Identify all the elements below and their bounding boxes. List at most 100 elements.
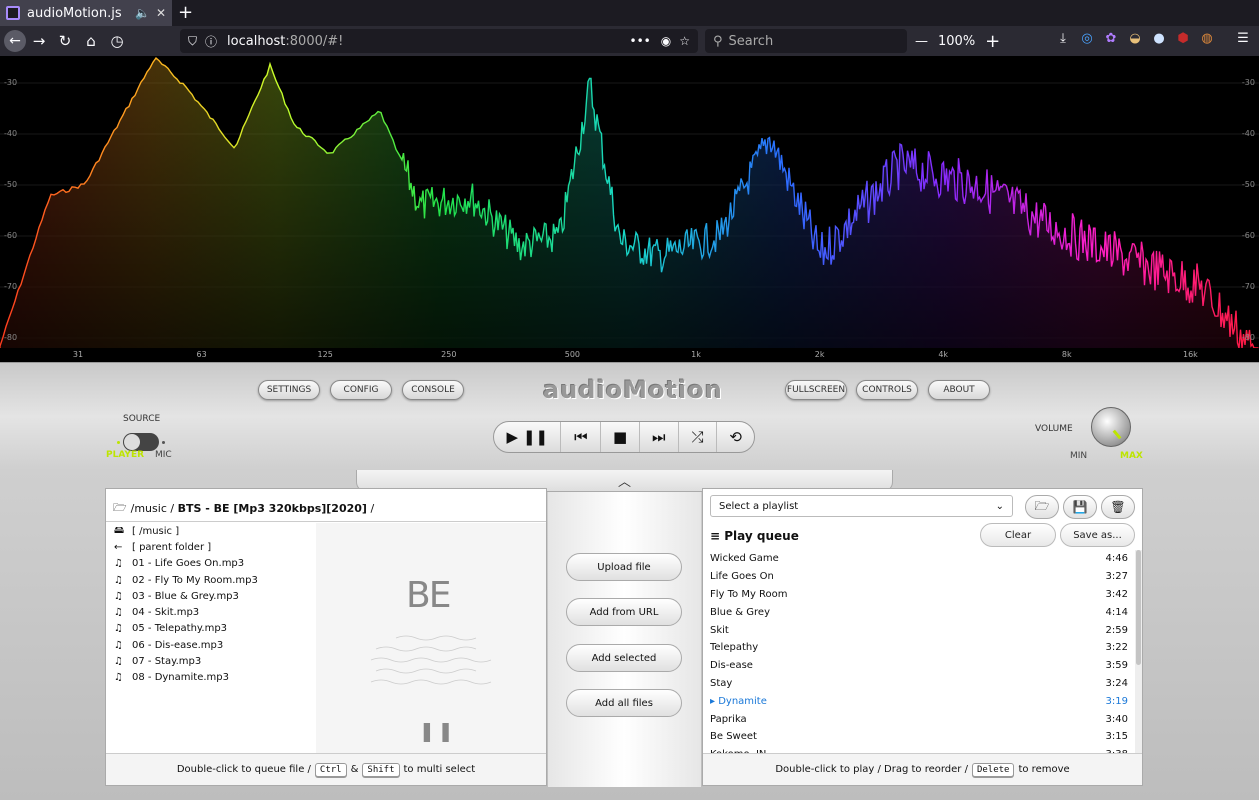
- queue-item-title: Skit: [710, 624, 729, 636]
- repeat-button[interactable]: ⟲: [717, 422, 754, 452]
- previous-button[interactable]: ⏮: [561, 422, 602, 452]
- file-list-item[interactable]: ♫ 06 - Dis-ease.mp3: [106, 637, 546, 653]
- more-icon[interactable]: •••: [630, 34, 651, 48]
- add-all-files-button[interactable]: Add all files: [566, 689, 682, 717]
- add-selected-button[interactable]: Add selected: [566, 644, 682, 672]
- volume-knob[interactable]: [1091, 407, 1131, 447]
- add-from-url-button[interactable]: Add from URL: [566, 598, 682, 626]
- queue-item[interactable]: Telepathy 3:22: [703, 639, 1135, 657]
- new-tab-icon[interactable]: +: [178, 2, 193, 23]
- console-button[interactable]: CONSOLE: [402, 380, 464, 400]
- config-button[interactable]: CONFIG: [330, 380, 392, 400]
- queue-item[interactable]: Dis-ease 3:59: [703, 657, 1135, 675]
- queue-item-duration: 2:59: [1105, 624, 1128, 636]
- file-list-item[interactable]: ♫ 04 - Skit.mp3: [106, 604, 546, 620]
- file-list-item[interactable]: ← [ parent folder ]: [106, 539, 546, 555]
- zoom-level[interactable]: 100%: [938, 34, 975, 49]
- queue-item[interactable]: Paprika 3:40: [703, 710, 1135, 728]
- queue-item[interactable]: Blue & Grey 4:14: [703, 603, 1135, 621]
- music-note-icon: ♫: [114, 607, 123, 619]
- history-icon[interactable]: ◷: [104, 32, 130, 50]
- load-playlist-button[interactable]: 🗁: [1025, 495, 1059, 519]
- source-label: SOURCE: [123, 414, 161, 424]
- lower-area: ︿ 🗁 /music / BTS - BE [Mp3 320kbps][2020…: [0, 470, 1259, 800]
- save-as-button[interactable]: Save as...: [1060, 523, 1135, 547]
- file-list-item-label: 02 - Fly To My Room.mp3: [132, 574, 258, 586]
- extension-icon[interactable]: ◎: [1079, 31, 1095, 46]
- clear-queue-button[interactable]: Clear: [980, 523, 1056, 547]
- queue-item[interactable]: Fly To My Room 3:42: [703, 586, 1135, 604]
- info-icon: ⓘ: [205, 34, 218, 49]
- extension-icon[interactable]: ◍: [1199, 31, 1215, 46]
- file-list-item-label: 05 - Telepathy.mp3: [132, 623, 228, 635]
- stop-button[interactable]: ■: [601, 422, 640, 452]
- app-logo: audioMotion: [543, 376, 723, 404]
- repeat-icon: ⟲: [729, 428, 742, 446]
- queue-scrollbar[interactable]: [1135, 550, 1142, 756]
- settings-button[interactable]: SETTINGS: [258, 380, 320, 400]
- queue-item[interactable]: Skit 2:59: [703, 621, 1135, 639]
- url-bar[interactable]: ⛉ ⓘ localhost:8000/#! ••• ◉ ☆: [180, 29, 698, 53]
- back-arrow-icon[interactable]: ←: [4, 30, 26, 52]
- ublock-icon[interactable]: ⬢: [1175, 31, 1191, 46]
- playlist-panel: Select a playlist ⌄ 🗁 💾 🗑 ≡ Play queue C…: [702, 488, 1143, 786]
- search-input[interactable]: ⚲ Search: [705, 29, 907, 53]
- close-tab-icon[interactable]: ✕: [156, 6, 166, 20]
- queue-item[interactable]: Life Goes On 3:27: [703, 568, 1135, 586]
- next-icon: ⏭: [651, 428, 666, 446]
- forward-arrow-icon[interactable]: →: [26, 32, 52, 50]
- music-note-icon: ♫: [114, 656, 123, 668]
- queue-item[interactable]: Stay 3:24: [703, 675, 1135, 693]
- download-icon[interactable]: ⤓: [1055, 31, 1071, 46]
- menu-icon[interactable]: ☰: [1235, 31, 1251, 46]
- queue-item[interactable]: Wicked Game 4:46: [703, 550, 1135, 568]
- y-axis-label: -80: [1241, 333, 1255, 342]
- about-button[interactable]: ABOUT: [928, 380, 990, 400]
- shuffle-button[interactable]: ⤮: [679, 422, 718, 452]
- source-toggle[interactable]: [123, 433, 159, 451]
- file-list-item[interactable]: ♫ 01 - Life Goes On.mp3: [106, 556, 546, 572]
- volume-label: VOLUME: [1035, 424, 1073, 434]
- y-axis-label: -70: [1241, 282, 1255, 291]
- bookmark-star-icon[interactable]: ☆: [679, 34, 690, 48]
- x-axis-label: 500: [564, 350, 581, 359]
- home-icon[interactable]: ⌂: [78, 32, 104, 50]
- reload-icon[interactable]: ↻: [52, 32, 78, 50]
- file-list-item[interactable]: ♫ 08 - Dynamite.mp3: [106, 670, 546, 686]
- play-pause-button[interactable]: ▶ ❚❚: [494, 422, 562, 452]
- playlist-select[interactable]: Select a playlist ⌄: [710, 495, 1013, 517]
- queue-item[interactable]: Be Sweet 3:15: [703, 728, 1135, 746]
- footer-hint-text-end: to multi select: [403, 764, 476, 775]
- next-button[interactable]: ⏭: [640, 422, 679, 452]
- spectrum-analyzer[interactable]: -30 -30 -40 -40 -50 -50 -60 -60 -70 -70 -80 -80 31 6…: [0, 56, 1259, 362]
- file-list-item[interactable]: ♫ 05 - Telepathy.mp3: [106, 621, 546, 637]
- file-list-item[interactable]: 🖴 [ /music ]: [106, 523, 546, 539]
- delete-playlist-button[interactable]: 🗑: [1101, 495, 1135, 519]
- extension-icon[interactable]: ●: [1151, 31, 1167, 46]
- extension-icon[interactable]: ✿: [1103, 31, 1119, 46]
- globe-icon[interactable]: ◉: [661, 34, 671, 48]
- extension-icon[interactable]: ◒: [1127, 31, 1143, 46]
- shift-key: Shift: [362, 762, 400, 777]
- playlist-footer: Double-click to play / Drag to reorder /…: [703, 753, 1142, 785]
- y-axis-label: -70: [4, 282, 18, 291]
- file-list-item[interactable]: ♫ 07 - Stay.mp3: [106, 653, 546, 669]
- breadcrumb-root[interactable]: /music /: [131, 502, 174, 515]
- zoom-in-icon[interactable]: +: [985, 31, 1000, 52]
- zoom-out-icon[interactable]: —: [915, 34, 928, 49]
- save-playlist-button[interactable]: 💾: [1063, 495, 1097, 519]
- file-list-item-label: 08 - Dynamite.mp3: [132, 672, 229, 684]
- file-list-item[interactable]: ♫ 02 - Fly To My Room.mp3: [106, 572, 546, 588]
- fullscreen-button[interactable]: FULLSCREEN: [785, 380, 847, 400]
- speaker-icon[interactable]: 🔈: [135, 6, 150, 20]
- file-list-item[interactable]: ♫ 03 - Blue & Grey.mp3: [106, 588, 546, 604]
- controls-button[interactable]: CONTROLS: [856, 380, 918, 400]
- queue-item[interactable]: ▸ Dynamite 3:19: [703, 692, 1135, 710]
- upload-file-button[interactable]: Upload file: [566, 553, 682, 581]
- file-list-item-label: 06 - Dis-ease.mp3: [132, 639, 224, 651]
- breadcrumb-folder[interactable]: BTS - BE [Mp3 320kbps][2020]: [178, 502, 367, 515]
- browser-nav-bar: ← → ↻ ⌂ ◷ ⛉ ⓘ localhost:8000/#! ••• ◉ ☆ …: [0, 26, 1259, 56]
- browser-tab[interactable]: audioMotion.js 🔈 ✕: [0, 0, 172, 26]
- queue-item-title-wrap: Fly To My Room: [710, 589, 788, 600]
- queue-scrollbar-thumb[interactable]: [1136, 550, 1141, 665]
